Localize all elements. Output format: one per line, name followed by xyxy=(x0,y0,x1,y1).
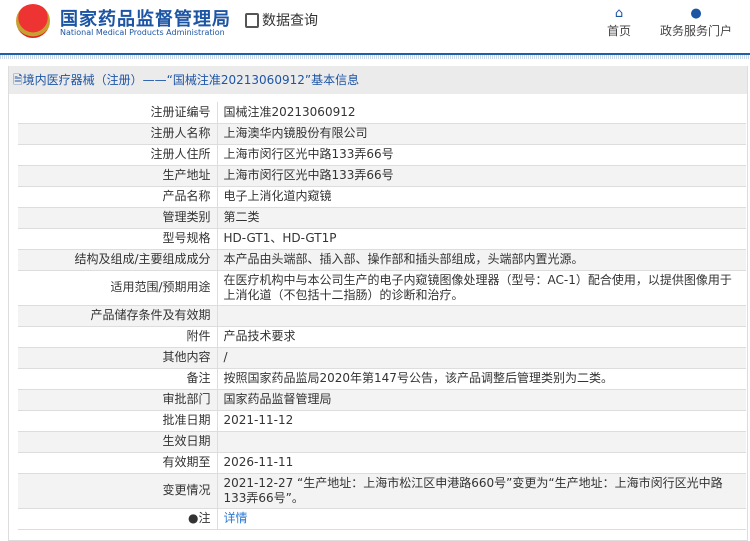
data-query-label: 数据查询 xyxy=(262,13,318,29)
row-label: 注册人名称 xyxy=(18,123,218,145)
table-row: 适用范围/预期用途 在医疗机构中与本公司生产的电子内窥镜图像处理器（型号：AC-1… xyxy=(18,270,746,306)
pin-icon: ● xyxy=(188,511,199,525)
site-header: 国家药品监督管理局 National Medical Products Admi… xyxy=(0,0,750,55)
table-row: 产品储存条件及有效期 xyxy=(18,305,746,327)
row-value: HD-GT1、HD-GT1P xyxy=(217,228,746,250)
row-value: 本产品由头端部、插入部、操作部和插头部组成，头端部内置光源。 xyxy=(217,249,746,271)
row-label: 批准日期 xyxy=(18,410,218,432)
table-row: 注册人住所 上海市闵行区光中路133弄66号 xyxy=(18,144,746,166)
table-row: 结构及组成/主要组成成分 本产品由头端部、插入部、操作部和插头部组成，头端部内置光… xyxy=(18,249,746,271)
logo-subtitle: National Medical Products Administration xyxy=(60,28,225,37)
nav-portal-label: 政务服务门户 xyxy=(660,24,733,38)
row-label: 注册人住所 xyxy=(18,144,218,166)
national-emblem-logo xyxy=(16,4,50,38)
table-row: 注册人名称 上海澳华内镜股份有限公司 xyxy=(18,123,746,145)
row-value xyxy=(217,305,746,327)
table-row: 管理类别 第二类 xyxy=(18,207,746,229)
table-row: 型号规格 HD-GT1、HD-GT1P xyxy=(18,228,746,250)
table-row: 生效日期 xyxy=(18,431,746,453)
row-value: 上海市闵行区光中路133弄66号 xyxy=(217,165,746,187)
table-row: 批准日期 2021-11-12 xyxy=(18,410,746,432)
row-label: 注册证编号 xyxy=(18,102,218,124)
row-value: / xyxy=(217,347,746,369)
info-table: 注册证编号 国械注准20213060912 注册人名称 上海澳华内镜股份有限公司 注册人… xyxy=(18,102,746,530)
row-value: 第二类 xyxy=(217,207,746,229)
row-label: 产品名称 xyxy=(18,186,218,208)
row-label: 变更情况 xyxy=(18,473,218,509)
nav-home-label: 首页 xyxy=(607,24,632,38)
row-value: 国家药品监督管理局 xyxy=(217,389,746,411)
document-search-icon xyxy=(245,12,259,28)
user-icon: ● xyxy=(690,6,702,21)
row-label: 管理类别 xyxy=(18,207,218,229)
data-query-link[interactable]: 数据查询 xyxy=(245,10,318,30)
row-label: 附件 xyxy=(18,326,218,348)
row-value: 国械注准20213060912 xyxy=(217,102,746,124)
row-label: 生效日期 xyxy=(18,431,218,453)
note-label: 注 xyxy=(198,511,211,525)
panel-title-text: 境内医疗器械（注册）——“国械注准20213060912”基本信息 xyxy=(22,73,360,87)
row-value: 上海澳华内镜股份有限公司 xyxy=(217,123,746,145)
home-icon: ⌂ xyxy=(614,6,624,21)
nav-home[interactable]: ⌂ 首页 xyxy=(607,6,631,39)
row-value: 上海市闵行区光中路133弄66号 xyxy=(217,144,746,166)
row-value xyxy=(217,431,746,453)
details-link[interactable]: 详情 xyxy=(224,511,248,525)
row-value: 2026-11-11 xyxy=(217,452,746,474)
row-value: 2021-11-12 xyxy=(217,410,746,432)
row-label: 适用范围/预期用途 xyxy=(18,270,218,306)
table-row: 附件 产品技术要求 xyxy=(18,326,746,348)
table-row: 产品名称 电子上消化道内窥镜 xyxy=(18,186,746,208)
table-row: 生产地址 上海市闵行区光中路133弄66号 xyxy=(18,165,746,187)
row-value: 产品技术要求 xyxy=(217,326,746,348)
row-label: 型号规格 xyxy=(18,228,218,250)
panel-title: 🗎境内医疗器械（注册）——“国械注准20213060912”基本信息 xyxy=(9,66,747,94)
row-label: 产品储存条件及有效期 xyxy=(18,305,218,327)
table-row: 有效期至 2026-11-11 xyxy=(18,452,746,474)
row-label: 审批部门 xyxy=(18,389,218,411)
row-value: 按照国家药品监局2020年第147号公告，该产品调整后管理类别为二类。 xyxy=(217,368,746,390)
table-row: 审批部门 国家药品监督管理局 xyxy=(18,389,746,411)
row-value: 电子上消化道内窥镜 xyxy=(217,186,746,208)
row-label: 备注 xyxy=(18,368,218,390)
row-label: 其他内容 xyxy=(18,347,218,369)
row-value: 在医疗机构中与本公司生产的电子内窥镜图像处理器（型号：AC-1）配合使用，以提供… xyxy=(217,270,746,306)
nav-service-portal[interactable]: ● 政务服务门户 xyxy=(660,6,732,39)
table-row: 注册证编号 国械注准20213060912 xyxy=(18,102,746,124)
row-value: 2021-12-27 “生产地址：上海市松江区申港路660号”变更为“生产地址：… xyxy=(217,473,746,509)
info-panel: 🗎境内医疗器械（注册）——“国械注准20213060912”基本信息 注册证编号… xyxy=(8,66,748,541)
table-row: 其他内容 / xyxy=(18,347,746,369)
row-label: 生产地址 xyxy=(18,165,218,187)
table-row-note: ●注 详情 xyxy=(18,508,746,530)
row-label: ●注 xyxy=(18,508,218,530)
table-row: 变更情况 2021-12-27 “生产地址：上海市松江区申港路660号”变更为“生… xyxy=(18,473,746,509)
row-label: 结构及组成/主要组成成分 xyxy=(18,249,218,271)
divider xyxy=(0,55,750,59)
table-row: 备注 按照国家药品监局2020年第147号公告，该产品调整后管理类别为二类。 xyxy=(18,368,746,390)
row-label: 有效期至 xyxy=(18,452,218,474)
